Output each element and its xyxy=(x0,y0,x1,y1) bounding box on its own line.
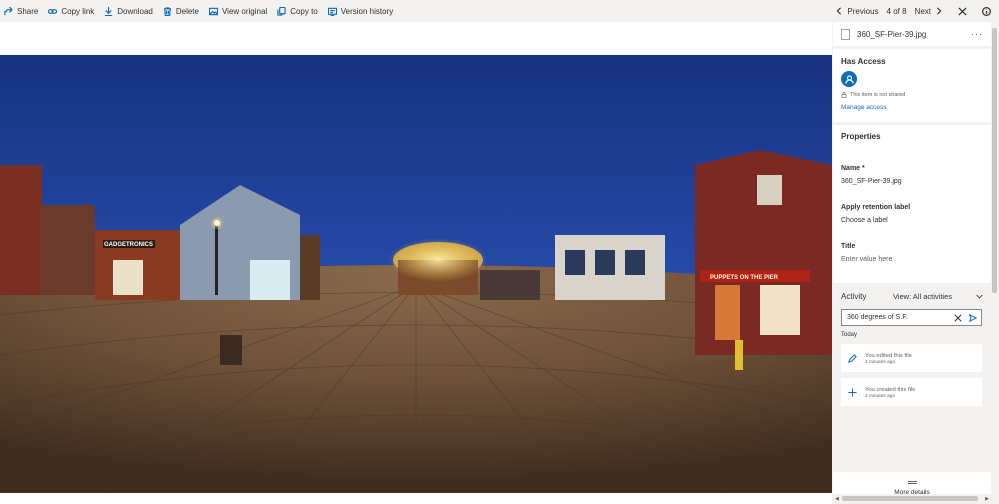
activity-search-box[interactable]: 360 degrees of S.F. xyxy=(841,309,982,326)
previous-label: Previous xyxy=(847,6,879,16)
has-access-title: Has Access xyxy=(841,57,886,66)
copy-to-label: Copy to xyxy=(290,6,318,16)
download-button[interactable]: Download xyxy=(100,0,159,22)
properties-title: Properties xyxy=(841,132,881,141)
command-bar-actions: Share Copy link Download Delete View ori… xyxy=(0,0,399,22)
details-panel: 360_SF-Pier-39.jpg ··· Has Access This i… xyxy=(833,22,991,504)
history-icon xyxy=(327,7,337,16)
scroll-right-icon[interactable]: ▶ xyxy=(985,496,989,502)
version-history-button[interactable]: Version history xyxy=(324,0,399,22)
send-icon[interactable] xyxy=(969,313,977,322)
chevron-down-icon xyxy=(976,294,983,299)
gadgetronics-sign: GADGETRONICS xyxy=(104,242,153,248)
next-button[interactable]: Next xyxy=(915,7,943,16)
trash-icon xyxy=(163,6,171,16)
name-field-label: Name * xyxy=(841,165,865,172)
share-button[interactable]: Share xyxy=(0,0,44,22)
retention-label-field-label: Apply retention label xyxy=(841,204,911,211)
download-icon xyxy=(105,6,113,16)
drag-handle-icon xyxy=(907,480,917,484)
vertical-scrollbar[interactable] xyxy=(991,22,999,504)
has-access-section: Has Access This item is not shared Manag… xyxy=(833,49,991,122)
name-field[interactable]: Name * 360_SF-Pier-39.jpg xyxy=(841,165,983,185)
share-label: Share xyxy=(17,6,39,16)
delete-label: Delete xyxy=(175,6,199,16)
copy-link-label: Copy link xyxy=(61,6,95,16)
chevron-right-icon xyxy=(937,7,942,15)
plus-icon xyxy=(848,387,857,397)
file-name: 360_SF-Pier-39.jpg xyxy=(857,29,927,39)
vertical-scroll-thumb[interactable] xyxy=(992,28,997,293)
activity-search-value[interactable]: 360 degrees of S.F. xyxy=(847,314,954,321)
version-history-label: Version history xyxy=(340,6,394,16)
panorama-photo: GADGETRONICS PUPPETS ON THE PIER xyxy=(0,55,832,493)
navigation-controls: Previous 4 of 8 Next xyxy=(835,0,999,22)
manage-access-link[interactable]: Manage access xyxy=(841,104,983,111)
share-icon xyxy=(4,6,13,15)
command-bar: Share Copy link Download Delete View ori… xyxy=(0,0,999,22)
owner-avatar[interactable] xyxy=(841,71,857,87)
properties-section: Properties Name * 360_SF-Pier-39.jpg App… xyxy=(833,125,991,283)
image-viewer: GADGETRONICS PUPPETS ON THE PIER xyxy=(0,22,832,504)
title-field-label: Title xyxy=(841,243,856,250)
download-label: Download xyxy=(117,6,153,16)
activity-time: 2 minutes ago xyxy=(865,393,896,399)
puppets-sign: PUPPETS ON THE PIER xyxy=(710,275,779,281)
activity-header: Activity View: All activities xyxy=(841,292,983,301)
lock-icon xyxy=(841,92,847,98)
info-icon xyxy=(981,6,991,16)
activity-filter-dropdown[interactable]: View: All activities xyxy=(893,292,983,301)
view-original-button[interactable]: View original xyxy=(205,0,273,22)
view-original-label: View original xyxy=(221,6,268,16)
previous-button[interactable]: Previous xyxy=(835,6,879,16)
activity-text: You created this file xyxy=(865,386,916,393)
name-field-value[interactable]: 360_SF-Pier-39.jpg xyxy=(841,178,983,185)
image-icon xyxy=(208,7,218,15)
sharing-status: This item is not shared xyxy=(841,92,983,98)
pencil-icon xyxy=(848,353,857,363)
today-heading: Today xyxy=(841,332,858,338)
retention-label-value[interactable]: Choose a label xyxy=(841,217,983,224)
horizontal-scrollbar[interactable]: ◀ ▶ xyxy=(833,494,991,504)
link-icon xyxy=(48,8,58,14)
chevron-left-icon xyxy=(837,7,842,15)
scroll-left-icon[interactable]: ◀ xyxy=(835,496,839,502)
activity-title: Activity xyxy=(841,292,867,301)
copy-to-button[interactable]: Copy to xyxy=(273,0,324,22)
title-field[interactable]: Title Enter value here xyxy=(841,243,983,263)
close-button[interactable] xyxy=(955,4,969,18)
activity-item[interactable]: You created this file 2 minutes ago xyxy=(841,378,982,406)
retention-label-field[interactable]: Apply retention label Choose a label xyxy=(841,204,983,224)
title-field-value[interactable]: Enter value here xyxy=(841,256,983,263)
delete-button[interactable]: Delete xyxy=(159,0,205,22)
file-icon xyxy=(841,28,850,40)
activity-item[interactable]: You edited this file 2 minutes ago xyxy=(841,344,982,372)
more-options-icon[interactable]: ··· xyxy=(971,29,983,39)
item-counter: 4 of 8 xyxy=(886,6,907,16)
file-header: 360_SF-Pier-39.jpg ··· xyxy=(833,22,991,46)
person-icon xyxy=(844,74,854,84)
copy-icon xyxy=(277,6,286,16)
clear-icon[interactable] xyxy=(954,313,962,322)
not-shared-text: This item is not shared xyxy=(850,92,906,98)
activity-time: 2 minutes ago xyxy=(865,359,896,365)
next-label: Next xyxy=(914,6,931,16)
activity-text: You edited this file xyxy=(865,352,912,359)
panorama-image: GADGETRONICS PUPPETS ON THE PIER xyxy=(0,55,832,493)
activity-filter-label: View: All activities xyxy=(892,292,952,301)
copy-link-button[interactable]: Copy link xyxy=(44,0,100,22)
close-icon xyxy=(957,6,967,16)
horizontal-scroll-thumb[interactable] xyxy=(842,496,978,501)
info-button[interactable] xyxy=(979,4,993,18)
